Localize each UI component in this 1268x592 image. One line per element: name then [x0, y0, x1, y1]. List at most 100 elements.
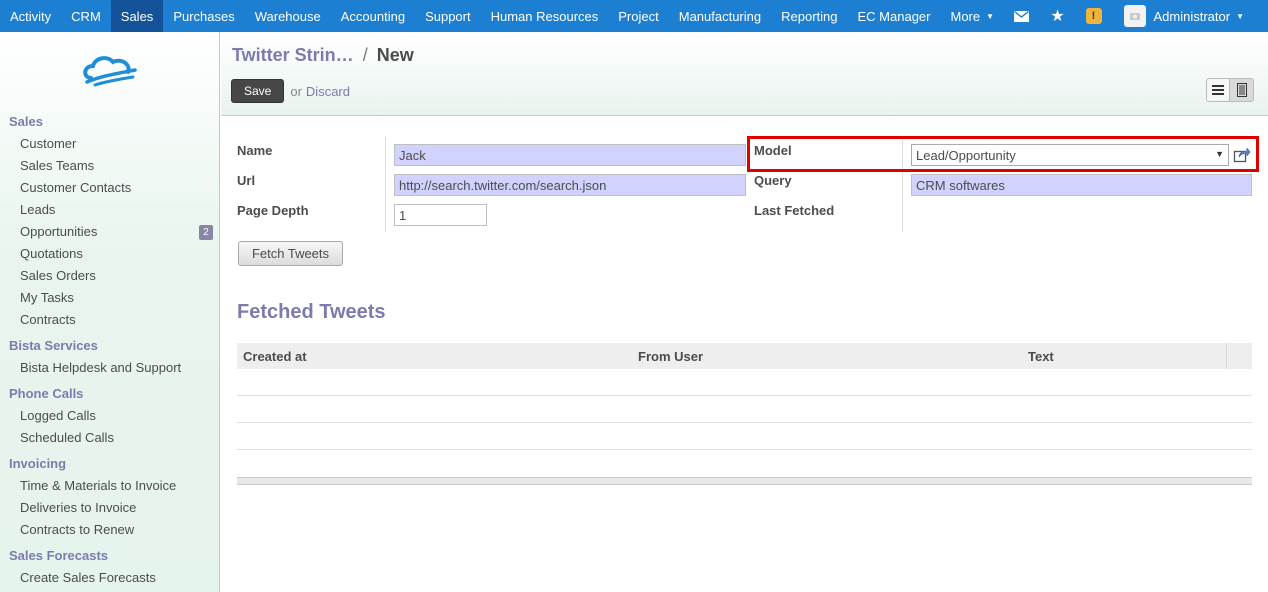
menu-item-reporting[interactable]: Reporting — [771, 0, 847, 32]
cloud-logo-icon — [82, 55, 137, 86]
page-depth-field[interactable]: 1 — [394, 204, 487, 226]
list-icon — [1212, 85, 1224, 95]
menu-item-manufacturing[interactable]: Manufacturing — [669, 0, 771, 32]
menu-item-sales[interactable]: Sales — [110, 0, 164, 32]
menu-item-label: More — [950, 8, 981, 24]
menu-item-label: Support — [425, 8, 471, 24]
warning-badge: ! — [1085, 8, 1102, 24]
chevron-down-icon: ▼ — [986, 11, 995, 21]
sidebar-sections: Sales Customer Sales Teams Customer Contact… — [0, 111, 219, 589]
menu-item-label: Sales — [120, 8, 154, 24]
mail-icon[interactable] — [1004, 0, 1040, 32]
menu-item-support[interactable]: Support — [415, 0, 481, 32]
highlight-box — [747, 136, 1259, 172]
sidebar-section-invoicing: Invoicing — [9, 456, 67, 471]
menu-item-label: Warehouse — [254, 8, 321, 24]
sidebar: Sales Customer Sales Teams Customer Contact… — [0, 32, 220, 592]
menu-item-label: Activity — [10, 8, 52, 24]
view-switcher — [1206, 78, 1254, 102]
top-right-area: ★ ! Administrator ▼ — [1004, 0, 1268, 32]
menu-item-label: Project — [618, 8, 659, 24]
menu-item-warehouse[interactable]: Warehouse — [245, 0, 331, 32]
sidebar-item-customer-contacts[interactable]: Customer Contacts — [0, 177, 219, 199]
breadcrumb-current: New — [376, 45, 414, 65]
name-field[interactable]: Jack — [394, 144, 746, 166]
user-menu[interactable]: Administrator ▼ — [1112, 5, 1268, 27]
menu-item-label: EC Manager — [857, 8, 931, 24]
url-field[interactable]: http://search.twitter.com/search.json — [394, 174, 746, 196]
fetched-tweets-heading: Fetched Tweets — [237, 301, 386, 323]
chevron-down-icon: ▼ — [1236, 11, 1244, 21]
list-view-button[interactable] — [1206, 78, 1230, 102]
sidebar-item-label: Quotations — [20, 246, 83, 261]
sidebar-item-sales-orders[interactable]: Sales Orders — [0, 265, 219, 287]
header-divider — [1226, 343, 1227, 369]
column-created-at[interactable]: Created at — [243, 349, 307, 364]
sidebar-item-customer[interactable]: Customer — [0, 133, 219, 155]
table-footer — [237, 477, 1252, 485]
menu-item-more[interactable]: More ▼ — [940, 0, 1004, 32]
breadcrumb-link[interactable]: Twitter Strin… — [232, 45, 354, 65]
sidebar-item-my-tasks[interactable]: My Tasks — [0, 287, 219, 309]
discard-link[interactable]: Discard — [306, 84, 350, 99]
sidebar-item-label: Customer Contacts — [20, 180, 132, 195]
sidebar-section-phone-calls: Phone Calls — [9, 386, 84, 401]
column-from-user[interactable]: From User — [638, 349, 703, 364]
sidebar-item-leads[interactable]: Leads — [0, 199, 219, 221]
url-label: Url — [237, 173, 256, 188]
menu-item-label: Reporting — [781, 8, 838, 24]
table-row — [237, 450, 1252, 477]
menu-item-accounting[interactable]: Accounting — [331, 0, 415, 32]
star-icon[interactable]: ★ — [1040, 0, 1076, 32]
sidebar-item-label: Contracts — [20, 312, 76, 327]
sidebar-item-label: Sales Orders — [20, 268, 96, 283]
main-content: Twitter Strin… / New Save or Discard Nam… — [221, 32, 1268, 592]
sidebar-item-time-materials-to-invoice[interactable]: Time & Materials to Invoice — [0, 475, 219, 497]
warning-icon[interactable]: ! — [1076, 0, 1112, 32]
sidebar-item-opportunities[interactable]: Opportunities 2 — [0, 221, 219, 243]
menu-item-crm[interactable]: CRM — [61, 0, 111, 32]
last-fetched-label: Last Fetched — [754, 203, 835, 218]
menu-item-activity[interactable]: Activity — [0, 0, 61, 32]
sidebar-item-label: Contracts to Renew — [20, 522, 135, 537]
sidebar-item-label: Customer — [20, 136, 77, 151]
table-row — [237, 396, 1252, 423]
sidebar-item-scheduled-calls[interactable]: Scheduled Calls — [0, 427, 219, 449]
menu-item-label: CRM — [71, 8, 101, 24]
sidebar-item-quotations[interactable]: Quotations — [0, 243, 219, 265]
tweets-table: Created at From User Text — [237, 343, 1252, 485]
sidebar-item-contracts-to-renew[interactable]: Contracts to Renew — [0, 519, 219, 541]
menu-item-purchases[interactable]: Purchases — [163, 0, 244, 32]
menu-item-label: Human Resources — [490, 8, 599, 24]
avatar — [1123, 5, 1146, 27]
company-logo[interactable] — [0, 32, 219, 107]
sidebar-item-label: Scheduled Calls — [20, 430, 114, 445]
menu-item-human-resources[interactable]: Human Resources — [481, 0, 609, 32]
sidebar-item-logged-calls[interactable]: Logged Calls — [0, 405, 219, 427]
query-field[interactable]: CRM softwares — [911, 174, 1252, 196]
menu-item-project[interactable]: Project — [608, 0, 668, 32]
query-label: Query — [754, 173, 792, 188]
sidebar-item-contracts[interactable]: Contracts — [0, 309, 219, 331]
count-badge: 2 — [199, 225, 213, 240]
sidebar-section-bista-services: Bista Services — [9, 338, 98, 353]
sidebar-item-create-sales-forecasts[interactable]: Create Sales Forecasts — [0, 567, 219, 589]
form-view-button[interactable] — [1230, 78, 1254, 102]
sidebar-item-deliveries-to-invoice[interactable]: Deliveries to Invoice — [0, 497, 219, 519]
left-divider — [385, 137, 386, 232]
breadcrumb: Twitter Strin… / New — [232, 45, 414, 66]
sidebar-item-label: My Tasks — [20, 290, 74, 305]
fetch-tweets-button[interactable]: Fetch Tweets — [238, 241, 343, 266]
main-menu: Activity CRM Sales Purchases Warehouse Accoun… — [0, 0, 1004, 32]
menu-item-ec-manager[interactable]: EC Manager — [848, 0, 941, 32]
sidebar-item-bista-helpdesk-and-support[interactable]: Bista Helpdesk and Support — [0, 357, 219, 379]
sidebar-section-sales-forecasts: Sales Forecasts — [9, 548, 109, 563]
name-label: Name — [237, 143, 273, 158]
column-text[interactable]: Text — [1028, 349, 1054, 364]
save-button[interactable]: Save — [231, 79, 285, 103]
table-row — [237, 423, 1252, 450]
page-depth-label: Page Depth — [237, 203, 309, 218]
sidebar-item-sales-teams[interactable]: Sales Teams — [0, 155, 219, 177]
sidebar-item-label: Create Sales Forecasts — [20, 570, 156, 585]
sidebar-item-label: Bista Helpdesk and Support — [20, 360, 182, 375]
